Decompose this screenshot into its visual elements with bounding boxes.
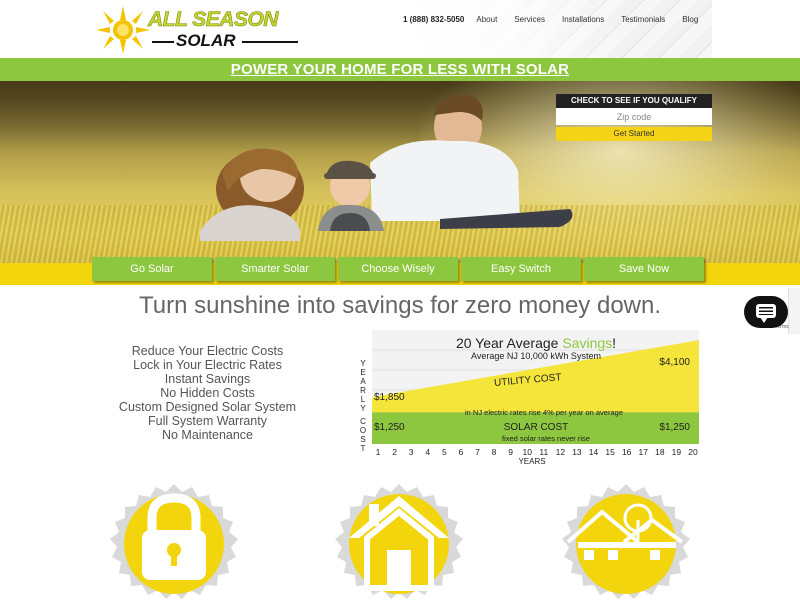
nav-testimonials[interactable]: Testimonials xyxy=(621,15,665,24)
x-tick-label: 11 xyxy=(539,447,548,457)
promo-banner: POWER YOUR HOME FOR LESS WITH SOLAR xyxy=(0,58,800,81)
solar-panel-graphic xyxy=(405,0,712,58)
go-solar-button[interactable]: Go Solar xyxy=(92,257,212,281)
nav-blog[interactable]: Blog xyxy=(682,15,698,24)
logo-rule-left xyxy=(152,41,174,43)
logo[interactable]: ALL SEASON SOLAR xyxy=(92,4,307,56)
benefit-item: Reduce Your Electric Costs xyxy=(131,344,284,358)
logo-rule-right xyxy=(242,41,298,43)
x-tick-label: 14 xyxy=(589,447,599,457)
qualify-title: CHECK TO SEE IF YOU QUALIFY xyxy=(556,94,712,108)
zip-code-input[interactable] xyxy=(556,108,712,125)
benefit-item: Instant Savings xyxy=(164,372,251,386)
choose-wisely-button[interactable]: Choose Wisely xyxy=(338,257,458,281)
savings-chart: 20 Year Average Savings! Average NJ 10,0… xyxy=(360,330,699,466)
y-axis-label-letter: S xyxy=(360,435,365,444)
x-tick-label: 7 xyxy=(475,447,480,457)
solar-start-label: $1,250 xyxy=(374,422,405,433)
x-tick-label: 17 xyxy=(639,447,649,457)
benefit-item: Full System Warranty xyxy=(147,414,267,428)
x-tick-label: 16 xyxy=(622,447,632,457)
x-tick-label: 2 xyxy=(392,447,397,457)
logo-text-bottom: SOLAR xyxy=(176,31,236,50)
benefits-list: Reduce Your Electric Costs Lock in Your … xyxy=(95,344,320,442)
x-tick-label: 18 xyxy=(655,447,665,457)
chart-title: 20 Year Average Savings! xyxy=(456,335,616,351)
smarter-solar-button[interactable]: Smarter Solar xyxy=(215,257,335,281)
lock-icon xyxy=(110,484,238,599)
x-tick-label: 10 xyxy=(522,447,532,457)
nav-installations[interactable]: Installations xyxy=(562,15,604,24)
y-axis-label-letter: T xyxy=(361,444,366,453)
x-tick-label: 5 xyxy=(442,447,447,457)
nav-services[interactable]: Services xyxy=(514,15,545,24)
y-axis-label-letter: L xyxy=(361,395,366,404)
nav-about[interactable]: About xyxy=(476,15,497,24)
benefit-item: Lock in Your Electric Rates xyxy=(133,358,282,372)
x-tick-label: 13 xyxy=(572,447,582,457)
top-nav: 1 (888) 832-5050 About Services Installa… xyxy=(403,12,715,26)
hero-button-row: Go Solar Smarter Solar Choose Wisely Eas… xyxy=(92,257,704,281)
house-icon xyxy=(335,484,463,599)
y-axis-label-letter: O xyxy=(360,426,366,435)
utility-start-label: $1,850 xyxy=(374,392,405,403)
utility-end-label: $4,100 xyxy=(659,357,690,368)
x-tick-label: 3 xyxy=(409,447,414,457)
benefit-item: Custom Designed Solar System xyxy=(118,400,297,414)
x-axis-ticks: 1 2 3 4 5 6 7 8 9 10 11 12 13 14 15 16 17 18 19 20 xyxy=(376,447,698,457)
solar-note: fixed solar rates never rise xyxy=(502,434,590,443)
easy-switch-button[interactable]: Easy Switch xyxy=(461,257,581,281)
x-tick-label: 1 xyxy=(376,447,381,457)
site-header: ALL SEASON SOLAR 1 (888) 832-5050 About … xyxy=(0,0,800,58)
x-tick-label: 12 xyxy=(556,447,566,457)
sun-icon xyxy=(96,6,150,54)
y-axis-label-letter: C xyxy=(360,417,366,426)
utility-note: in NJ electric rates rise 4% per year on… xyxy=(465,408,623,417)
x-tick-label: 6 xyxy=(459,447,464,457)
banner-link[interactable]: POWER YOUR HOME FOR LESS WITH SOLAR xyxy=(231,61,569,78)
x-tick-label: 4 xyxy=(425,447,430,457)
get-started-button[interactable]: Get Started xyxy=(556,127,712,141)
chart-subtitle: Average NJ 10,000 kWh System xyxy=(471,351,601,361)
save-now-button[interactable]: Save Now xyxy=(584,257,704,281)
y-axis-label-letter: R xyxy=(360,386,366,395)
y-axis-label: YEARLYCOST xyxy=(360,359,366,453)
x-tick-label: 8 xyxy=(492,447,497,457)
x-tick-label: 15 xyxy=(605,447,615,457)
x-axis-label: YEARS xyxy=(518,457,545,466)
y-axis-label-letter: A xyxy=(360,377,366,386)
qualify-form: CHECK TO SEE IF YOU QUALIFY Get Started xyxy=(556,94,712,141)
chat-button[interactable] xyxy=(744,296,788,328)
logo-text-top: ALL SEASON xyxy=(148,8,279,32)
x-tick-label: 9 xyxy=(508,447,513,457)
x-tick-label: 20 xyxy=(688,447,698,457)
tagline: Turn sunshine into savings for zero mone… xyxy=(138,292,662,319)
phone-number[interactable]: 1 (888) 832-5050 xyxy=(403,15,464,24)
x-tick-label: 19 xyxy=(672,447,682,457)
y-axis-label-letter: Y xyxy=(360,359,366,368)
solar-end-label: $1,250 xyxy=(659,422,690,433)
benefit-item: No Maintenance xyxy=(161,428,254,442)
chat-lines-icon xyxy=(759,307,773,315)
benefit-item: No Hidden Costs xyxy=(160,386,255,400)
recaptcha-badge xyxy=(788,288,800,334)
y-axis-label-letter: E xyxy=(360,368,365,377)
y-axis-label-letter: Y xyxy=(360,404,366,413)
house-tree-icon xyxy=(562,484,690,599)
solar-series-label: SOLAR COST xyxy=(504,422,568,433)
